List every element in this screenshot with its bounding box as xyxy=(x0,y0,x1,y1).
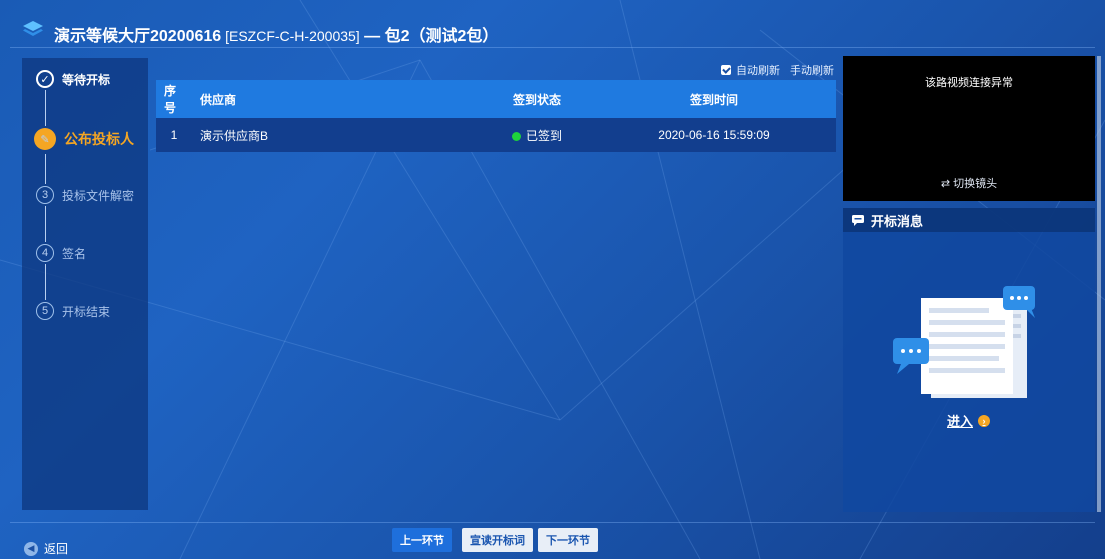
prev-step-button[interactable]: 上一环节 xyxy=(392,528,452,552)
message-panel-title: 开标消息 xyxy=(871,213,924,229)
project-code: [ESZCF-C-H-200035] xyxy=(221,28,360,44)
step-sidebar: ✓ 等待开标 ✎ 公布投标人 3 投标文件解密 4 签名 5 开标结束 xyxy=(22,58,148,510)
auto-refresh-checkbox[interactable] xyxy=(721,65,731,75)
step-connector xyxy=(45,90,46,126)
package-name: 包2（测试2包） xyxy=(384,28,499,45)
back-icon: ◀ xyxy=(24,541,38,556)
step-waiting-open[interactable]: ✓ 等待开标 xyxy=(36,70,110,88)
scrollbar[interactable] xyxy=(1097,56,1101,512)
table-row[interactable]: 1 演示供应商B 已签到 2020-06-16 15:59:09 xyxy=(156,118,836,152)
back-button[interactable]: ◀ 返回 xyxy=(24,540,68,557)
main-content: 自动刷新 手动刷新 序号 供应商 签到状态 签到时间 1 演示供应商B 已签到 … xyxy=(150,58,840,510)
header-index: 序号 xyxy=(164,84,177,115)
step-label: 投标文件解密 xyxy=(62,188,135,203)
step-label: 公布投标人 xyxy=(64,131,134,147)
page-title: 演示等候大厅20200616 [ESZCF-C-H-200035] — 包2（测… xyxy=(54,22,498,46)
hall-name: 演示等候大厅20200616 xyxy=(54,28,222,45)
bid-message-panel: 开标消息 进入 › xyxy=(843,208,1095,512)
step-sign[interactable]: 4 签名 xyxy=(36,244,86,262)
manual-refresh-link[interactable]: 手动刷新 xyxy=(790,62,834,78)
status-dot-icon xyxy=(511,131,521,141)
cell-status: 已签到 xyxy=(482,118,592,152)
next-step-button[interactable]: 下一环节 xyxy=(538,528,598,552)
read-opening-speech-button[interactable]: 宣读开标词 xyxy=(462,528,533,552)
step-number: 3 xyxy=(36,186,54,204)
header-divider xyxy=(10,47,1095,48)
refresh-controls: 自动刷新 手动刷新 xyxy=(721,62,834,78)
documents-chat-illustration-icon xyxy=(893,286,1035,398)
cell-index: 1 xyxy=(170,128,178,142)
status-text: 已签到 xyxy=(525,128,562,143)
footer-divider xyxy=(10,522,1095,523)
step-publish-bidders[interactable]: ✎ 公布投标人 xyxy=(34,128,134,150)
step-label: 开标结束 xyxy=(62,304,111,319)
step-number: 5 xyxy=(36,302,54,320)
chat-icon xyxy=(852,215,864,226)
step-connector xyxy=(45,154,46,184)
message-panel-header: 开标消息 xyxy=(843,208,1095,232)
video-error-text: 该路视频连接异常 xyxy=(925,77,1013,89)
auto-refresh-label[interactable]: 自动刷新 xyxy=(736,62,780,78)
table-header-row: 序号 供应商 签到状态 签到时间 xyxy=(156,80,836,118)
step-open-end[interactable]: 5 开标结束 xyxy=(36,302,110,320)
step-label: 等待开标 xyxy=(62,72,111,87)
step-connector xyxy=(45,206,46,242)
title-separator: — xyxy=(359,28,385,45)
cell-supplier: 演示供应商B xyxy=(200,128,269,143)
header-time: 签到时间 xyxy=(689,92,738,107)
cell-time: 2020-06-16 15:59:09 xyxy=(658,128,770,142)
step-connector xyxy=(45,264,46,300)
header-supplier: 供应商 xyxy=(200,92,237,107)
video-panel: 该路视频连接异常 ⇄ 切换镜头 xyxy=(843,56,1095,201)
back-label: 返回 xyxy=(44,542,69,556)
step-label: 签名 xyxy=(62,246,87,261)
layers-logo-icon xyxy=(23,21,43,36)
header-status: 签到状态 xyxy=(512,92,561,107)
enter-label: 进入 xyxy=(947,414,974,429)
header: 演示等候大厅20200616 [ESZCF-C-H-200035] — 包2（测… xyxy=(0,0,1105,48)
step-number: 4 xyxy=(36,244,54,262)
enter-messages-link[interactable]: 进入 › xyxy=(947,411,991,430)
check-circle-icon: ✓ xyxy=(36,70,54,88)
switch-camera-button[interactable]: ⇄ 切换镜头 xyxy=(843,175,1095,191)
footer: ◀ 返回 上一环节 宣读开标词 下一环节 xyxy=(0,522,1105,559)
pencil-icon: ✎ xyxy=(34,128,56,150)
arrow-right-icon: › xyxy=(978,414,991,427)
step-decrypt-files[interactable]: 3 投标文件解密 xyxy=(36,186,134,204)
supplier-table: 序号 供应商 签到状态 签到时间 1 演示供应商B 已签到 2020-06-16… xyxy=(156,80,836,152)
